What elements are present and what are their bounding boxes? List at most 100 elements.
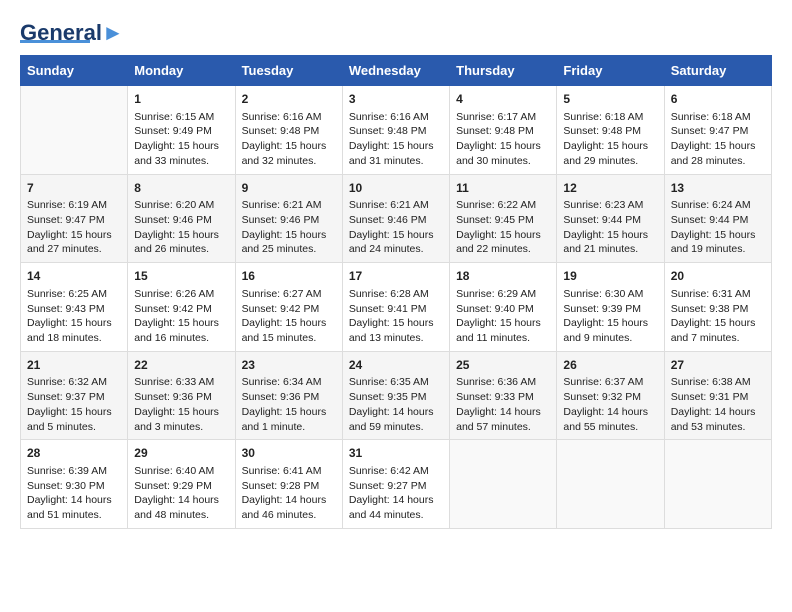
- day-info-line: Sunset: 9:35 PM: [349, 390, 443, 405]
- calendar-header-row: SundayMondayTuesdayWednesdayThursdayFrid…: [21, 56, 772, 86]
- day-number: 10: [349, 180, 443, 197]
- day-info-line: and 7 minutes.: [671, 331, 765, 346]
- day-number: 20: [671, 268, 765, 285]
- day-info-line: Daylight: 15 hours: [134, 228, 228, 243]
- day-info-line: Sunrise: 6:18 AM: [671, 110, 765, 125]
- day-number: 31: [349, 445, 443, 462]
- day-info-line: Sunrise: 6:16 AM: [242, 110, 336, 125]
- day-info-line: Sunrise: 6:21 AM: [242, 198, 336, 213]
- day-info-line: Sunset: 9:42 PM: [242, 302, 336, 317]
- day-info-line: and 16 minutes.: [134, 331, 228, 346]
- day-info-line: Sunset: 9:39 PM: [563, 302, 657, 317]
- calendar-cell: 30Sunrise: 6:41 AMSunset: 9:28 PMDayligh…: [235, 440, 342, 529]
- day-info-line: and 27 minutes.: [27, 242, 121, 257]
- day-of-week-header: Monday: [128, 56, 235, 86]
- day-info-line: Daylight: 15 hours: [563, 139, 657, 154]
- day-info-line: and 48 minutes.: [134, 508, 228, 523]
- day-info-line: Sunrise: 6:29 AM: [456, 287, 550, 302]
- calendar-cell: 16Sunrise: 6:27 AMSunset: 9:42 PMDayligh…: [235, 263, 342, 352]
- calendar-cell: 27Sunrise: 6:38 AMSunset: 9:31 PMDayligh…: [664, 351, 771, 440]
- day-info-line: Daylight: 15 hours: [242, 405, 336, 420]
- calendar-cell: 20Sunrise: 6:31 AMSunset: 9:38 PMDayligh…: [664, 263, 771, 352]
- calendar-cell: 19Sunrise: 6:30 AMSunset: 9:39 PMDayligh…: [557, 263, 664, 352]
- day-info-line: Daylight: 15 hours: [671, 316, 765, 331]
- day-number: 7: [27, 180, 121, 197]
- day-info-line: Daylight: 15 hours: [349, 228, 443, 243]
- calendar-cell: [450, 440, 557, 529]
- day-number: 1: [134, 91, 228, 108]
- day-number: 5: [563, 91, 657, 108]
- day-info-line: Sunset: 9:41 PM: [349, 302, 443, 317]
- day-number: 16: [242, 268, 336, 285]
- day-info-line: Sunrise: 6:19 AM: [27, 198, 121, 213]
- day-number: 23: [242, 357, 336, 374]
- day-info-line: and 59 minutes.: [349, 420, 443, 435]
- calendar-cell: 21Sunrise: 6:32 AMSunset: 9:37 PMDayligh…: [21, 351, 128, 440]
- day-info-line: Sunset: 9:47 PM: [27, 213, 121, 228]
- calendar-cell: 2Sunrise: 6:16 AMSunset: 9:48 PMDaylight…: [235, 86, 342, 175]
- day-number: 12: [563, 180, 657, 197]
- calendar-cell: 4Sunrise: 6:17 AMSunset: 9:48 PMDaylight…: [450, 86, 557, 175]
- day-info-line: Sunrise: 6:22 AM: [456, 198, 550, 213]
- day-info-line: Sunset: 9:48 PM: [242, 124, 336, 139]
- calendar-cell: 18Sunrise: 6:29 AMSunset: 9:40 PMDayligh…: [450, 263, 557, 352]
- calendar-cell: 23Sunrise: 6:34 AMSunset: 9:36 PMDayligh…: [235, 351, 342, 440]
- day-info-line: Sunset: 9:42 PM: [134, 302, 228, 317]
- day-number: 29: [134, 445, 228, 462]
- day-info-line: and 55 minutes.: [563, 420, 657, 435]
- day-info-line: Sunset: 9:32 PM: [563, 390, 657, 405]
- calendar-cell: 11Sunrise: 6:22 AMSunset: 9:45 PMDayligh…: [450, 174, 557, 263]
- calendar-cell: 3Sunrise: 6:16 AMSunset: 9:48 PMDaylight…: [342, 86, 449, 175]
- calendar-week-row: 14Sunrise: 6:25 AMSunset: 9:43 PMDayligh…: [21, 263, 772, 352]
- calendar-cell: [664, 440, 771, 529]
- day-number: 26: [563, 357, 657, 374]
- day-info-line: Sunrise: 6:42 AM: [349, 464, 443, 479]
- day-info-line: Sunrise: 6:17 AM: [456, 110, 550, 125]
- day-info-line: Sunrise: 6:40 AM: [134, 464, 228, 479]
- day-info-line: Daylight: 15 hours: [671, 228, 765, 243]
- day-info-line: Sunset: 9:44 PM: [671, 213, 765, 228]
- day-info-line: Sunset: 9:46 PM: [242, 213, 336, 228]
- day-info-line: Sunrise: 6:37 AM: [563, 375, 657, 390]
- day-info-line: Sunrise: 6:27 AM: [242, 287, 336, 302]
- day-number: 24: [349, 357, 443, 374]
- day-info-line: Daylight: 14 hours: [27, 493, 121, 508]
- day-number: 21: [27, 357, 121, 374]
- day-info-line: Sunrise: 6:32 AM: [27, 375, 121, 390]
- day-info-line: and 53 minutes.: [671, 420, 765, 435]
- day-info-line: Sunset: 9:48 PM: [456, 124, 550, 139]
- day-of-week-header: Friday: [557, 56, 664, 86]
- day-info-line: Sunrise: 6:36 AM: [456, 375, 550, 390]
- day-info-line: Sunrise: 6:24 AM: [671, 198, 765, 213]
- calendar-cell: 25Sunrise: 6:36 AMSunset: 9:33 PMDayligh…: [450, 351, 557, 440]
- day-info-line: Sunset: 9:46 PM: [349, 213, 443, 228]
- day-info-line: and 32 minutes.: [242, 154, 336, 169]
- day-number: 25: [456, 357, 550, 374]
- day-info-line: and 30 minutes.: [456, 154, 550, 169]
- day-number: 18: [456, 268, 550, 285]
- day-number: 15: [134, 268, 228, 285]
- day-info-line: and 29 minutes.: [563, 154, 657, 169]
- day-info-line: Sunset: 9:38 PM: [671, 302, 765, 317]
- day-number: 19: [563, 268, 657, 285]
- day-info-line: and 33 minutes.: [134, 154, 228, 169]
- calendar-cell: 26Sunrise: 6:37 AMSunset: 9:32 PMDayligh…: [557, 351, 664, 440]
- day-number: 30: [242, 445, 336, 462]
- calendar-cell: 29Sunrise: 6:40 AMSunset: 9:29 PMDayligh…: [128, 440, 235, 529]
- day-info-line: Daylight: 15 hours: [27, 228, 121, 243]
- day-of-week-header: Sunday: [21, 56, 128, 86]
- day-info-line: Sunrise: 6:25 AM: [27, 287, 121, 302]
- day-info-line: Sunrise: 6:41 AM: [242, 464, 336, 479]
- day-of-week-header: Wednesday: [342, 56, 449, 86]
- calendar-week-row: 28Sunrise: 6:39 AMSunset: 9:30 PMDayligh…: [21, 440, 772, 529]
- day-info-line: Daylight: 15 hours: [349, 316, 443, 331]
- day-info-line: Daylight: 14 hours: [242, 493, 336, 508]
- day-info-line: Daylight: 15 hours: [563, 316, 657, 331]
- day-number: 22: [134, 357, 228, 374]
- day-info-line: Sunset: 9:49 PM: [134, 124, 228, 139]
- day-info-line: Daylight: 15 hours: [349, 139, 443, 154]
- day-info-line: and 28 minutes.: [671, 154, 765, 169]
- calendar-cell: 14Sunrise: 6:25 AMSunset: 9:43 PMDayligh…: [21, 263, 128, 352]
- day-number: 14: [27, 268, 121, 285]
- calendar-cell: 12Sunrise: 6:23 AMSunset: 9:44 PMDayligh…: [557, 174, 664, 263]
